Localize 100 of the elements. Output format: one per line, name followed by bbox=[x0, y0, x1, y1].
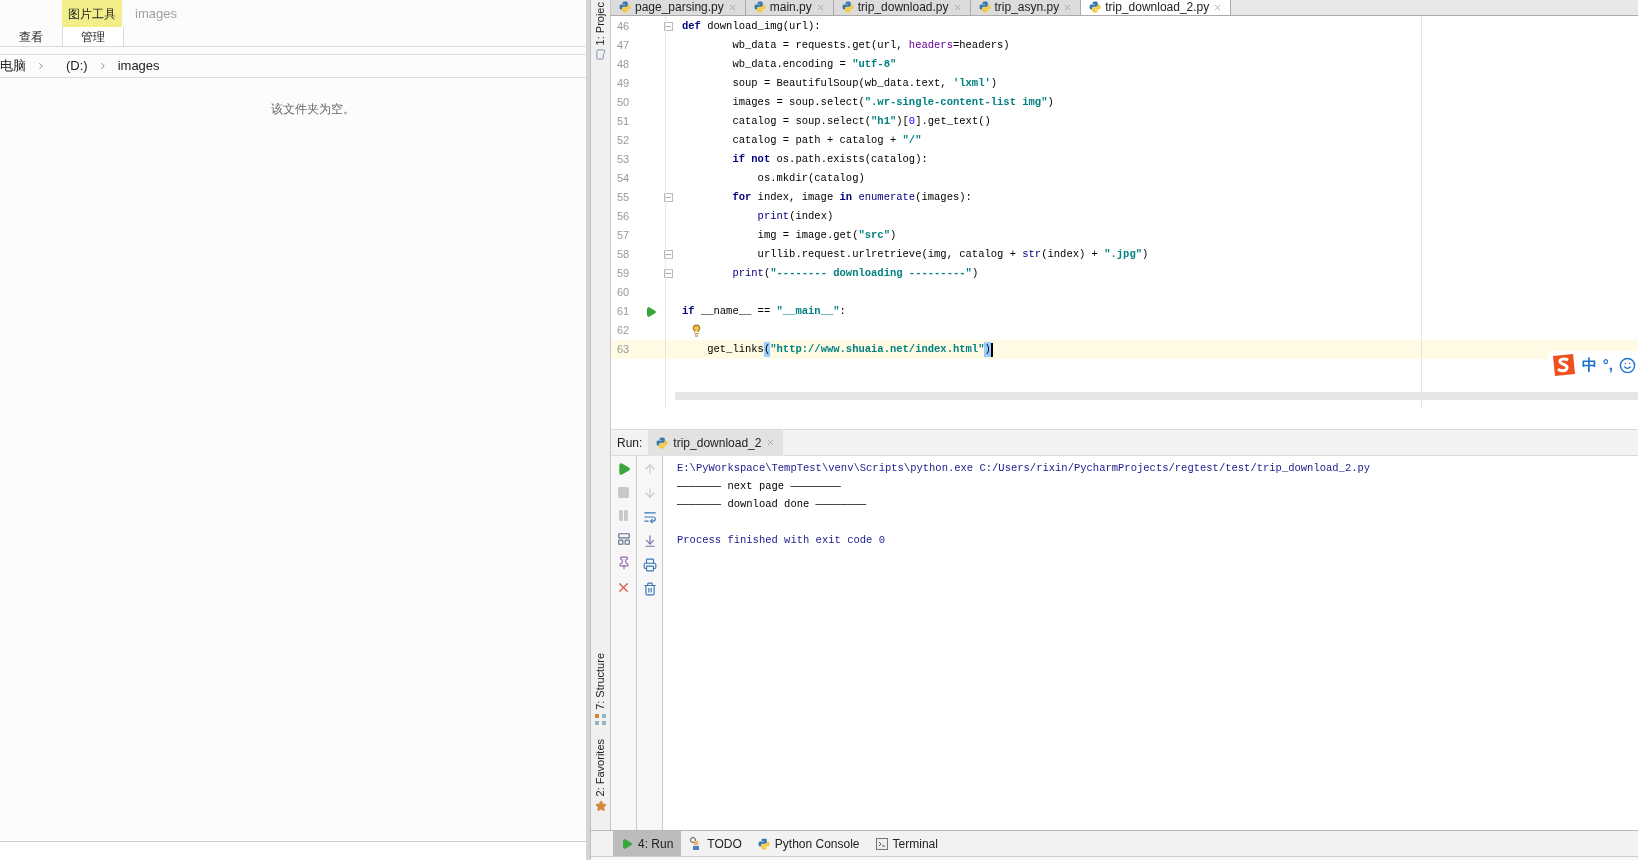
line-number: 60 bbox=[616, 285, 631, 301]
printer-icon[interactable] bbox=[642, 558, 657, 572]
console-line: ——————— next page ———————— bbox=[677, 479, 841, 495]
chevron-icon bbox=[36, 61, 46, 71]
code-line: print("-------- downloading ---------") bbox=[731, 265, 979, 281]
ribbon-tab[interactable]: 查看 bbox=[0, 27, 62, 46]
soft-wrap-icon[interactable] bbox=[642, 510, 657, 524]
code-editor[interactable] bbox=[611, 16, 1638, 408]
code-line: wb_data.encoding = "utf-8" bbox=[731, 56, 897, 72]
scroll-to-end-icon[interactable] bbox=[642, 534, 657, 548]
horizontal-scrollbar[interactable] bbox=[675, 392, 1638, 400]
tool-window-button[interactable]: 1: Projec bbox=[592, 2, 609, 46]
python-icon bbox=[757, 837, 770, 850]
line-number: 59 bbox=[616, 266, 631, 282]
stop-icon[interactable] bbox=[617, 486, 630, 499]
code-line: print(index) bbox=[756, 208, 834, 224]
code-line: urllib.request.urlretrieve(img, catalog + str(index) + ".jpg") bbox=[756, 246, 1149, 262]
code-line: os.mkdir(catalog) bbox=[756, 170, 865, 186]
close-icon[interactable] bbox=[616, 580, 631, 595]
tool-window-button[interactable]: 7: Structure bbox=[592, 652, 609, 710]
star-icon bbox=[594, 800, 607, 812]
trash-icon[interactable] bbox=[642, 582, 657, 596]
tool-window-tab[interactable]: Terminal bbox=[867, 831, 946, 856]
tool-window-tab[interactable]: 4: Run bbox=[613, 831, 682, 856]
smiley-icon[interactable] bbox=[1619, 356, 1636, 374]
run-icon[interactable] bbox=[645, 305, 657, 318]
play-icon bbox=[621, 837, 633, 850]
context-tab[interactable]: 图片工具 bbox=[62, 0, 122, 27]
run-tab[interactable]: trip_download_2 bbox=[648, 429, 784, 456]
folder-icon bbox=[595, 49, 606, 61]
python-file-icon bbox=[656, 436, 669, 449]
terminal-icon bbox=[875, 837, 888, 850]
code-line: for index, image in enumerate(images): bbox=[731, 189, 972, 205]
code-line: img = image.get("src") bbox=[756, 227, 897, 243]
editor-tab[interactable]: page_parsing.py bbox=[611, 0, 746, 15]
line-number: 47 bbox=[616, 38, 631, 54]
pin-icon[interactable] bbox=[616, 556, 631, 570]
console-line: Process finished with exit code 0 bbox=[677, 533, 885, 549]
tool-window-tab[interactable]: TODO bbox=[681, 831, 750, 856]
code-line: catalog = path + catalog + "/" bbox=[731, 132, 922, 148]
close-icon[interactable] bbox=[766, 438, 776, 447]
tool-window-tab[interactable]: Python Console bbox=[749, 831, 868, 856]
close-icon[interactable] bbox=[1213, 2, 1223, 12]
rerun-icon[interactable] bbox=[616, 462, 631, 476]
input-method-bar[interactable]: 中 °, bbox=[1547, 351, 1638, 379]
run-label: Run: bbox=[617, 434, 643, 452]
line-number: 50 bbox=[616, 95, 631, 111]
breadcrumb-item[interactable]: 电脑 bbox=[0, 56, 26, 76]
ime-indicator[interactable]: °, bbox=[1602, 353, 1613, 377]
fold-marker-icon[interactable] bbox=[663, 193, 673, 202]
editor-tab[interactable]: main.py bbox=[745, 0, 834, 15]
lightbulb-icon[interactable] bbox=[690, 324, 703, 337]
ime-indicator[interactable]: 中 bbox=[1581, 353, 1597, 377]
line-number: 48 bbox=[616, 57, 631, 73]
code-line: def download_img(url): bbox=[682, 18, 821, 34]
line-number: 51 bbox=[616, 114, 631, 130]
breadcrumb-item[interactable]: (D:) bbox=[66, 56, 88, 76]
line-number: 53 bbox=[616, 152, 631, 168]
line-number: 55 bbox=[616, 190, 631, 206]
line-number: 61 bbox=[616, 304, 631, 320]
python-file-icon bbox=[753, 1, 766, 13]
editor-tab[interactable]: trip_asyn.py bbox=[970, 0, 1082, 15]
fold-marker-icon[interactable] bbox=[663, 22, 673, 31]
close-icon[interactable] bbox=[1063, 2, 1073, 12]
code-line: if not os.path.exists(catalog): bbox=[731, 151, 928, 167]
address-bar[interactable]: 电脑 (D:) images bbox=[0, 55, 586, 78]
line-number: 57 bbox=[616, 228, 631, 244]
code-line: catalog = soup.select("h1")[0].get_text() bbox=[731, 113, 991, 129]
code-line: get_links("http://www.shuaia.net/index.html") bbox=[682, 341, 991, 358]
layout-icon[interactable] bbox=[616, 532, 631, 546]
line-number: 52 bbox=[616, 133, 631, 149]
pause-icon[interactable] bbox=[617, 509, 630, 522]
code-line: soup = BeautifulSoup(wb_data.text, 'lxml') bbox=[731, 75, 998, 91]
console-line: E:\PyWorkspace\TempTest\venv\Scripts\python.exe C:/Users/rixin/PycharmProjects/regtest/test/trip_download_2.py bbox=[677, 461, 1371, 477]
line-number: 49 bbox=[616, 76, 631, 92]
close-icon[interactable] bbox=[815, 2, 825, 12]
breadcrumb-item[interactable]: images bbox=[117, 56, 160, 76]
code-line: wb_data = requests.get(url, headers=headers) bbox=[731, 37, 1010, 53]
structure-icon bbox=[595, 713, 606, 725]
code-line: if __name__ == "__main__": bbox=[682, 303, 846, 319]
tool-window-button[interactable]: 2: Favorites bbox=[592, 738, 609, 796]
line-number: 46 bbox=[616, 19, 631, 35]
line-number: 63 bbox=[616, 342, 631, 358]
close-icon[interactable] bbox=[952, 2, 962, 12]
fold-marker-icon[interactable] bbox=[663, 250, 673, 259]
console-line: ——————— download done ———————— bbox=[677, 497, 867, 513]
python-file-icon bbox=[841, 1, 854, 13]
python-file-icon bbox=[978, 1, 991, 13]
python-file-icon bbox=[619, 1, 631, 13]
close-icon[interactable] bbox=[727, 2, 737, 12]
line-number: 54 bbox=[616, 171, 631, 187]
fold-marker-icon[interactable] bbox=[663, 269, 673, 278]
window-title: images bbox=[135, 4, 177, 23]
empty-folder-message: 该文件夹为空。 bbox=[271, 101, 355, 118]
python-file-icon bbox=[1089, 1, 1102, 13]
ribbon-tab[interactable]: 管理 bbox=[62, 27, 124, 46]
line-number: 62 bbox=[616, 323, 631, 339]
editor-tab[interactable]: trip_download_2.py bbox=[1081, 0, 1232, 15]
line-number: 56 bbox=[616, 209, 631, 225]
editor-tab[interactable]: trip_download.py bbox=[833, 0, 971, 15]
